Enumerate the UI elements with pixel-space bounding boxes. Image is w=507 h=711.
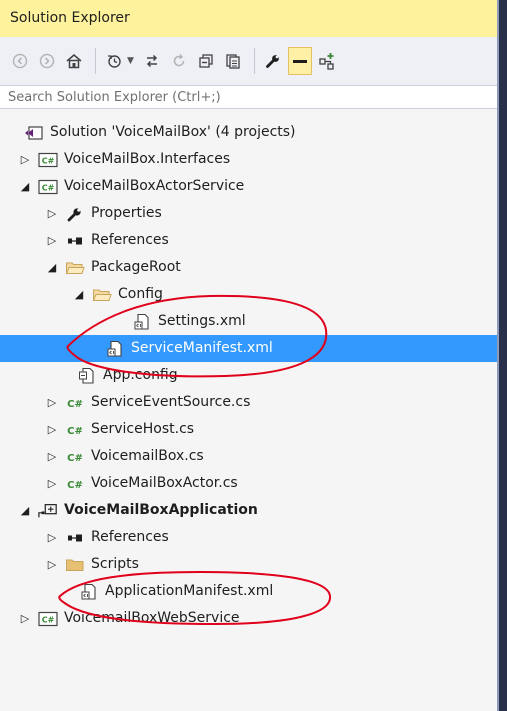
folder-open-icon — [92, 286, 112, 304]
search-input[interactable] — [0, 86, 488, 109]
show-all-files-icon[interactable] — [221, 47, 245, 75]
tree-item-label: References — [91, 529, 169, 545]
svg-text:C#: C# — [67, 399, 83, 410]
expand-arrow-icon[interactable]: ▷ — [45, 477, 59, 490]
csharp-file-icon: C# — [65, 421, 85, 439]
solution-icon — [24, 124, 44, 142]
tree-item-file[interactable]: ▷ C# ServiceHost.cs — [0, 416, 497, 443]
history-dropdown-icon[interactable]: ▼ — [127, 56, 134, 66]
tree-item-label: VoicemailBoxWebService — [64, 610, 240, 626]
tree-item-label: App.config — [103, 367, 178, 383]
svg-text:C#: C# — [67, 426, 83, 437]
forward-icon[interactable] — [35, 47, 59, 75]
csharp-project-icon: C# — [38, 178, 58, 196]
xml-file-icon — [79, 583, 99, 601]
solution-explorer-window: Solution Explorer ▼ Search Solution Expl… — [0, 0, 499, 711]
expand-arrow-icon[interactable]: ▷ — [45, 396, 59, 409]
properties-icon[interactable] — [261, 47, 285, 75]
xml-file-icon — [105, 340, 125, 358]
config-file-icon — [77, 367, 97, 385]
tree-item-label: VoiceMailBoxApplication — [64, 502, 258, 518]
fabric-application-icon — [38, 502, 58, 520]
svg-text:C#: C# — [67, 480, 83, 491]
expand-arrow-icon[interactable]: ▷ — [45, 234, 59, 247]
tree-item-label: VoiceMailBoxActor.cs — [91, 475, 238, 491]
back-icon[interactable] — [8, 47, 32, 75]
toolbar-separator — [253, 48, 255, 74]
svg-text:C#: C# — [42, 615, 55, 624]
tree-item-file[interactable]: ApplicationManifest.xml — [0, 578, 497, 605]
refresh-icon[interactable] — [167, 47, 191, 75]
tree-item-folder[interactable]: ◢ PackageRoot — [0, 254, 497, 281]
tree-item-file[interactable]: ▷ C# VoicemailBox.cs — [0, 443, 497, 470]
tree-item-label: Scripts — [91, 556, 139, 572]
svg-text:C#: C# — [42, 183, 55, 192]
preview-icon[interactable] — [287, 47, 312, 75]
collapse-arrow-icon[interactable]: ◢ — [72, 288, 86, 301]
tree-item-project[interactable]: ▷ C# VoicemailBoxWebService — [0, 605, 497, 632]
search-bar — [0, 85, 497, 109]
references-icon — [65, 232, 85, 250]
window-edge — [499, 0, 507, 711]
collapse-arrow-icon[interactable]: ◢ — [45, 261, 59, 274]
toolbar-separator — [95, 48, 96, 74]
tree-item-project[interactable]: ◢ C# VoiceMailBoxActorService — [0, 173, 497, 200]
expand-arrow-icon[interactable]: ▷ — [45, 558, 59, 571]
tree-item-file[interactable]: App.config — [0, 362, 497, 389]
tree-item-label: References — [91, 232, 169, 248]
toolbar: ▼ — [0, 37, 497, 85]
expand-arrow-icon[interactable]: ▷ — [45, 423, 59, 436]
tree-item-label: Properties — [91, 205, 162, 221]
csharp-project-icon: C# — [38, 610, 58, 628]
svg-text:C#: C# — [42, 156, 55, 165]
collapse-arrow-icon[interactable]: ◢ — [18, 180, 32, 193]
references-icon — [65, 529, 85, 547]
sync-icon[interactable] — [140, 47, 164, 75]
class-view-icon[interactable] — [315, 47, 339, 75]
tree-item-label: VoiceMailBox.Interfaces — [64, 151, 231, 167]
history-icon[interactable] — [102, 47, 126, 75]
tree-item-file[interactable]: ▷ C# VoiceMailBoxActor.cs — [0, 470, 497, 497]
tree-item-references[interactable]: ▷ References — [0, 524, 497, 551]
tree-item-file-selected[interactable]: ServiceManifest.xml — [0, 335, 497, 362]
tree-item-label: ServiceEventSource.cs — [91, 394, 251, 410]
expand-arrow-icon[interactable]: ▷ — [45, 207, 59, 220]
tree-item-solution[interactable]: Solution 'VoiceMailBox' (4 projects) — [0, 119, 497, 146]
collapse-all-icon[interactable] — [194, 47, 218, 75]
tree-item-project[interactable]: ▷ C# VoiceMailBox.Interfaces — [0, 146, 497, 173]
csharp-project-icon: C# — [38, 151, 58, 169]
tree-item-folder[interactable]: ▷ Scripts — [0, 551, 497, 578]
tree-item-label: Settings.xml — [158, 313, 246, 329]
collapse-arrow-icon[interactable]: ◢ — [18, 504, 32, 517]
window-title: Solution Explorer — [0, 0, 497, 37]
expand-arrow-icon[interactable]: ▷ — [18, 153, 32, 166]
csharp-file-icon: C# — [65, 448, 85, 466]
folder-icon — [65, 556, 85, 574]
tree-item-label: ServiceHost.cs — [91, 421, 195, 437]
tree-item-label: ApplicationManifest.xml — [105, 583, 274, 599]
tree-item-folder[interactable]: ◢ Config — [0, 281, 497, 308]
tree-item-label: VoicemailBox.cs — [91, 448, 204, 464]
home-icon[interactable] — [62, 47, 86, 75]
wrench-icon — [65, 205, 85, 223]
folder-open-icon — [65, 259, 85, 277]
tree-item-properties[interactable]: ▷ Properties — [0, 200, 497, 227]
tree-item-label: ServiceManifest.xml — [131, 340, 273, 356]
svg-text:C#: C# — [67, 453, 83, 464]
solution-tree: Solution 'VoiceMailBox' (4 projects) ▷ C… — [0, 119, 497, 632]
csharp-file-icon: C# — [65, 475, 85, 493]
expand-arrow-icon[interactable]: ▷ — [18, 612, 32, 625]
tree-item-references[interactable]: ▷ References — [0, 227, 497, 254]
tree-item-label: Solution 'VoiceMailBox' (4 projects) — [50, 124, 296, 140]
csharp-file-icon: C# — [65, 394, 85, 412]
xml-file-icon — [132, 313, 152, 331]
expand-arrow-icon[interactable]: ▷ — [45, 450, 59, 463]
tree-item-label: Config — [118, 286, 163, 302]
expand-arrow-icon[interactable]: ▷ — [45, 531, 59, 544]
tree-item-file[interactable]: Settings.xml — [0, 308, 497, 335]
tree-item-project[interactable]: ◢ VoiceMailBoxApplication — [0, 497, 497, 524]
tree-item-file[interactable]: ▷ C# ServiceEventSource.cs — [0, 389, 497, 416]
tree-item-label: VoiceMailBoxActorService — [64, 178, 245, 194]
tree-item-label: PackageRoot — [91, 259, 181, 275]
